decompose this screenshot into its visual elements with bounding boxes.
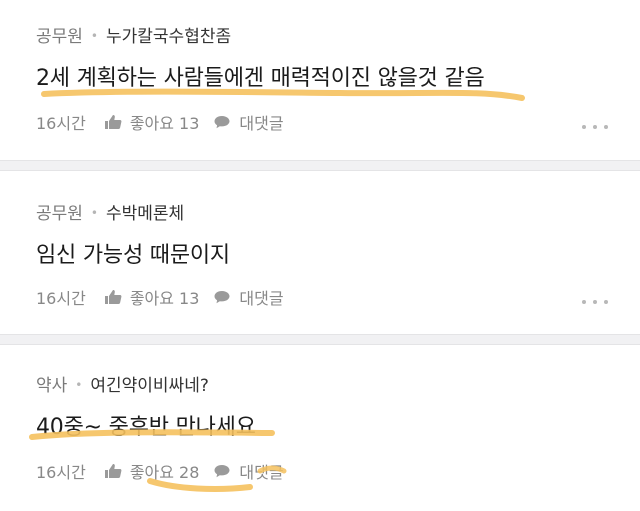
like-label: 좋아요 13: [129, 114, 200, 133]
like-label: 좋아요 13: [129, 289, 200, 308]
comment-time: 16시간: [36, 114, 86, 133]
comment-card: 약사 • 여긴약이비싸네? 40중~ 중후반 만나세요 16시간 좋아요 28 대댓…: [0, 345, 640, 511]
more-options-icon[interactable]: [582, 124, 608, 130]
more-options-icon[interactable]: [582, 299, 608, 305]
reply-button[interactable]: 대댓글: [213, 285, 284, 309]
speech-bubble-icon: [214, 116, 230, 129]
comment-actions: 16시간 좋아요 13 대댓글: [36, 285, 284, 309]
comment-meta: 공무원 • 수박메론체: [36, 199, 184, 224]
separator-dot: •: [75, 378, 83, 392]
author-job-badge: 공무원: [36, 27, 83, 47]
like-button[interactable]: 좋아요 13: [104, 285, 200, 309]
comment-text: 임신 가능성 때문이지: [36, 243, 230, 268]
comment-card: 공무원 • 누가칼국수협찬좀 2세 계획하는 사람들에겐 매력적이진 않을것 같음 …: [0, 0, 640, 160]
comment-divider: [0, 160, 640, 171]
comment-time: 16시간: [36, 463, 86, 482]
reply-label: 대댓글: [239, 463, 284, 482]
like-label: 좋아요 28: [129, 463, 200, 482]
separator-dot: •: [90, 29, 98, 43]
speech-bubble-icon: [214, 465, 230, 478]
comment-meta: 약사 • 여긴약이비싸네?: [36, 371, 209, 396]
comment-divider: [0, 334, 640, 345]
comment-card: 공무원 • 수박메론체 임신 가능성 때문이지 16시간 좋아요 13 대댓글: [0, 171, 640, 331]
thumbs-up-icon: [104, 290, 122, 304]
comment-text: 2세 계획하는 사람들에겐 매력적이진 않을것 같음: [36, 66, 485, 91]
author-nickname[interactable]: 수박메론체: [106, 204, 184, 224]
comment-text: 40중~ 중후반 만나세요: [36, 415, 256, 440]
reply-label: 대댓글: [239, 289, 284, 308]
comment-actions: 16시간 좋아요 28 대댓글: [36, 459, 284, 483]
author-job-badge: 공무원: [36, 204, 83, 224]
author-nickname[interactable]: 여긴약이비싸네?: [90, 376, 209, 396]
author-nickname[interactable]: 누가칼국수협찬좀: [106, 27, 231, 47]
comment-time: 16시간: [36, 289, 86, 308]
reply-button[interactable]: 대댓글: [213, 110, 284, 134]
comment-meta: 공무원 • 누가칼국수협찬좀: [36, 22, 231, 47]
like-button[interactable]: 좋아요 13: [104, 110, 200, 134]
like-button[interactable]: 좋아요 28: [104, 459, 200, 483]
thumbs-up-icon: [104, 464, 122, 478]
thumbs-up-icon: [104, 115, 122, 129]
reply-button[interactable]: 대댓글: [213, 459, 284, 483]
comment-actions: 16시간 좋아요 13 대댓글: [36, 110, 284, 134]
separator-dot: •: [90, 206, 98, 220]
author-job-badge: 약사: [36, 376, 68, 396]
reply-label: 대댓글: [239, 114, 284, 133]
speech-bubble-icon: [214, 291, 230, 304]
